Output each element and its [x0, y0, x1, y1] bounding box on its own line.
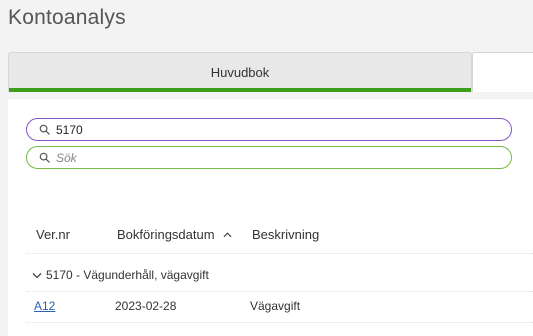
column-header-bokforingsdatum[interactable]: Bokföringsdatum: [117, 227, 232, 242]
tab-next[interactable]: [472, 52, 533, 92]
search-placeholder: Sök: [56, 150, 77, 165]
column-header-label: Bokföringsdatum: [117, 227, 215, 242]
sort-ascending-icon: [223, 231, 232, 237]
row-divider: [26, 322, 533, 323]
row-description: Vägavgift: [250, 299, 301, 313]
search-icon: [39, 152, 50, 163]
verification-link[interactable]: A12: [34, 299, 55, 313]
search-input[interactable]: Sök: [26, 146, 512, 169]
content-panel: 5170 Sök Ver.nr Bokföringsdatum Beskrivn…: [8, 99, 533, 336]
row-date: 2023-02-28: [115, 299, 177, 313]
chevron-down-icon[interactable]: [32, 272, 42, 279]
account-filter-input[interactable]: 5170: [26, 118, 512, 141]
account-filter-value: 5170: [56, 122, 83, 137]
page-title: Kontoanalys: [8, 6, 126, 29]
column-header-beskrivning[interactable]: Beskrivning: [252, 227, 319, 242]
tab-huvudbok[interactable]: Huvudbok: [8, 52, 472, 92]
group-row-5170[interactable]: 5170 - Vägunderhåll, vägavgift: [32, 268, 209, 282]
search-icon: [39, 124, 50, 135]
group-label: 5170 - Vägunderhåll, vägavgift: [46, 268, 209, 282]
column-header-label: Beskrivning: [252, 227, 320, 242]
column-header-label: Ver.nr: [36, 227, 70, 242]
header-divider: [26, 253, 533, 254]
column-header-vernr[interactable]: Ver.nr: [36, 227, 70, 242]
tab-label: Huvudbok: [210, 65, 270, 80]
group-divider: [26, 291, 533, 292]
tab-bar: Huvudbok: [8, 52, 533, 92]
